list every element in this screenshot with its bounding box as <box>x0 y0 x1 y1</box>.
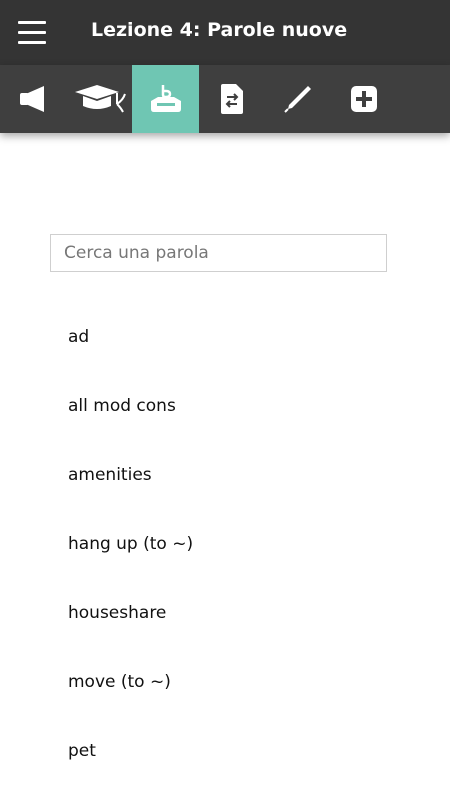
tab-extra[interactable] <box>331 65 397 133</box>
section-toolbar <box>0 65 450 133</box>
tab-audio[interactable] <box>0 65 66 133</box>
document-swap-icon <box>221 84 243 114</box>
list-item[interactable]: ad <box>0 303 450 372</box>
tab-vocabulary[interactable] <box>132 65 199 133</box>
list-item[interactable]: pet <box>0 717 450 786</box>
search-input[interactable] <box>50 234 387 272</box>
speaker-icon <box>20 86 44 112</box>
app-bar: Lezione 4: Parole nuove <box>0 0 450 65</box>
search-box <box>50 234 387 272</box>
hamburger-menu-icon[interactable] <box>18 21 46 45</box>
vocabulary-box-icon <box>150 85 181 112</box>
page-title: Lezione 4: Parole nuove <box>91 19 348 41</box>
tab-exercises[interactable] <box>199 65 265 133</box>
graduation-cap-icon <box>75 85 126 113</box>
tab-writing[interactable] <box>265 65 331 133</box>
tab-lesson[interactable] <box>66 65 132 133</box>
pen-icon <box>284 86 311 113</box>
list-item[interactable]: move (to ~) <box>0 648 450 717</box>
list-item[interactable]: amenities <box>0 441 450 510</box>
list-item[interactable]: all mod cons <box>0 372 450 441</box>
list-item[interactable]: houseshare <box>0 579 450 648</box>
plus-icon <box>351 86 377 112</box>
list-item[interactable]: hang up (to ~) <box>0 510 450 579</box>
word-list: ad all mod cons amenities hang up (to ~)… <box>0 303 450 786</box>
